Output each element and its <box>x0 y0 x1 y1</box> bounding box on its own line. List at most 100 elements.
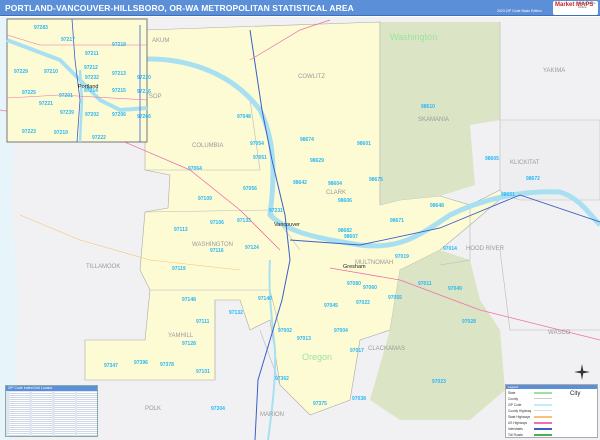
title-bar: PORTLAND-VANCOUVER-HILLSBORO, OR-WA METR… <box>0 0 600 16</box>
zip-label: 97140 <box>258 296 272 302</box>
zip-label: 97119 <box>172 266 186 272</box>
market-maps-logo: Market MAPS Market Maps Online <box>553 1 598 15</box>
zip-label: 97218 <box>112 42 126 48</box>
svg-text:COLUMBIA: COLUMBIA <box>192 143 223 149</box>
legend-item: State <box>508 391 553 397</box>
state-label: Washington <box>390 32 437 42</box>
zip-label: 97111 <box>196 319 210 325</box>
zip-label: 97013 <box>297 336 311 342</box>
legend-item: County Highway <box>508 409 553 415</box>
zip-label: 97396 <box>134 360 148 366</box>
svg-text:COWLITZ: COWLITZ <box>298 74 325 80</box>
legend-item: County <box>508 397 553 403</box>
zip-label: 97347 <box>104 363 118 369</box>
zip-label: 97201 <box>59 93 73 99</box>
zip-label: 97219 <box>54 130 68 136</box>
zip-label: 97304 <box>211 406 225 412</box>
zip-label: 97213 <box>112 71 126 77</box>
zip-label: 98604 <box>328 181 342 187</box>
zip-label: 97225 <box>22 90 36 96</box>
zip-label: 97124 <box>245 245 259 251</box>
zip-label: 97128 <box>182 341 196 347</box>
zip-label: 97014 <box>443 246 457 252</box>
edition-label: 2023 ZIP Code Basic Edition <box>497 9 542 13</box>
zip-label: 97022 <box>356 300 370 306</box>
zip-label: 97002 <box>278 328 292 334</box>
svg-text:CLARK: CLARK <box>326 190 346 196</box>
zip-label: 97017 <box>350 348 364 354</box>
svg-text:YAMHILL: YAMHILL <box>168 333 194 339</box>
svg-text:MARION: MARION <box>260 412 284 418</box>
zip-label: 97232 <box>85 75 99 81</box>
zip-label: 98607 <box>344 234 358 240</box>
zip-label: 97060 <box>363 285 377 291</box>
zip-label: 97028 <box>462 319 476 325</box>
svg-text:YAKIMA: YAKIMA <box>543 68 565 74</box>
zip-label: 98672 <box>526 176 540 182</box>
legend-city-sample: City <box>570 391 581 397</box>
zip-label: 98606 <box>338 198 352 204</box>
zip-label: 97051 <box>253 155 267 161</box>
zip-label: 97045 <box>324 303 338 309</box>
zip-label: 97116 <box>210 248 224 254</box>
zip-label: 97222 <box>92 135 106 141</box>
zip-label: 97211 <box>85 51 99 57</box>
zip-label: 97049 <box>448 286 462 292</box>
svg-text:TILLAMOOK: TILLAMOOK <box>86 264 120 270</box>
zip-label: 97215 <box>112 88 126 94</box>
svg-text:KLICKITAT: KLICKITAT <box>510 160 540 166</box>
zip-label: 97048 <box>237 114 251 120</box>
zip-label: 97212 <box>84 65 98 71</box>
zip-label: 97217 <box>61 37 75 43</box>
zip-label: 97019 <box>395 254 409 260</box>
svg-text:Gresham: Gresham <box>343 264 366 270</box>
svg-text:POLK: POLK <box>145 406 161 412</box>
zip-label: 97231 <box>269 208 283 214</box>
zip-label: 98675 <box>369 177 383 183</box>
zip-label: 97229 <box>14 69 28 75</box>
zip-label: 97220 <box>137 75 151 81</box>
legend-title: Legend <box>506 385 597 389</box>
state-label: Oregon <box>302 352 332 362</box>
zip-label: 98648 <box>430 203 444 209</box>
zip-label: 97223 <box>22 129 36 135</box>
zip-label: 97132 <box>229 310 243 316</box>
zip-label: 98642 <box>293 180 307 186</box>
svg-text:HOOD RIVER: HOOD RIVER <box>466 246 505 252</box>
svg-text:SKAMANIA: SKAMANIA <box>418 117 449 123</box>
legend-item: State Highways <box>508 415 553 421</box>
zip-label: 97210 <box>44 69 58 75</box>
zip-label: 97375 <box>313 401 327 407</box>
zip-label: 97214 <box>84 88 98 94</box>
legend-item: Toll Roads <box>508 433 553 439</box>
zip-label: 98601 <box>357 141 371 147</box>
zip-label: 97054 <box>250 141 264 147</box>
zip-label: 97216 <box>137 89 151 95</box>
zip-label: 98605 <box>485 156 499 162</box>
zip-label: 97023 <box>432 379 446 385</box>
svg-text:WASCO: WASCO <box>548 330 571 336</box>
zip-code-index[interactable]: ZIP Code Index/Grid Locator <box>5 385 98 437</box>
zip-label: 97283 <box>34 25 48 31</box>
legend-item: US Highways <box>508 421 553 427</box>
legend-item: Interstates <box>508 427 553 433</box>
zip-label: 97133 <box>237 218 251 224</box>
zip-index-title: ZIP Code Index/Grid Locator <box>6 386 97 391</box>
zip-label: 97239 <box>60 110 74 116</box>
zip-code-map[interactable]: Washington Oregon AKUM COWLITZ COLUMBIA … <box>0 17 600 440</box>
portland-inset-map[interactable]: Portland 9728397217972189721197229 972109… <box>6 18 151 143</box>
zip-label: 97101 <box>196 369 210 375</box>
zip-label: 97056 <box>243 186 257 192</box>
zip-label: 97038 <box>352 396 366 402</box>
zip-label: 97362 <box>275 376 289 382</box>
zip-label: 98610 <box>421 104 435 110</box>
svg-text:AKUM: AKUM <box>152 38 169 44</box>
legend-item: ZIP Code <box>508 403 553 409</box>
zip-label: 97106 <box>210 220 224 226</box>
zip-label: 98671 <box>390 218 404 224</box>
zip-label: 97064 <box>188 166 202 172</box>
zip-label: 97202 <box>85 112 99 118</box>
zip-label: 98674 <box>300 137 314 143</box>
zip-label: 97221 <box>39 101 53 107</box>
zip-label: 97148 <box>182 297 196 303</box>
